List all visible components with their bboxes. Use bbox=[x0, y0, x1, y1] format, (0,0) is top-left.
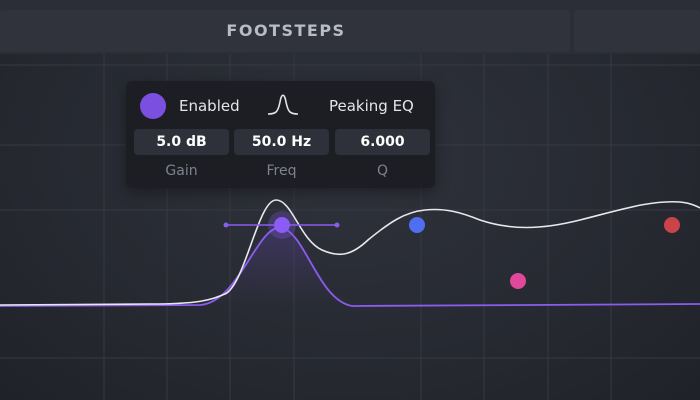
q-value-field[interactable]: 6.000 bbox=[335, 129, 430, 155]
band-3-handle[interactable] bbox=[510, 273, 526, 289]
band-4-handle[interactable] bbox=[664, 217, 680, 233]
band-2-handle[interactable] bbox=[409, 217, 425, 233]
band-1-handle[interactable] bbox=[223, 211, 340, 239]
eq-editor: FOOTSTEPS Enabled Peaking EQ 5.0 dB 50.0… bbox=[0, 0, 700, 400]
header-side-segment[interactable] bbox=[574, 10, 700, 52]
filter-type-select[interactable]: Peaking EQ bbox=[329, 94, 414, 118]
peaking-curve-icon[interactable] bbox=[266, 88, 300, 120]
enable-toggle[interactable] bbox=[140, 93, 166, 119]
band-settings-popup: Enabled Peaking EQ 5.0 dB 50.0 Hz 6.000 … bbox=[126, 81, 435, 188]
gain-label: Gain bbox=[165, 163, 198, 179]
eq-graph[interactable] bbox=[0, 0, 700, 400]
q-label: Q bbox=[376, 163, 389, 179]
header-bar: FOOTSTEPS bbox=[0, 0, 700, 54]
freq-label: Freq bbox=[266, 163, 297, 179]
freq-value-field[interactable]: 50.0 Hz bbox=[234, 129, 329, 155]
enabled-label: Enabled bbox=[179, 97, 240, 115]
response-curve bbox=[0, 199, 700, 306]
band-1-curve bbox=[0, 227, 700, 307]
track-title: FOOTSTEPS bbox=[226, 21, 346, 40]
gain-value-field[interactable]: 5.0 dB bbox=[134, 129, 229, 155]
